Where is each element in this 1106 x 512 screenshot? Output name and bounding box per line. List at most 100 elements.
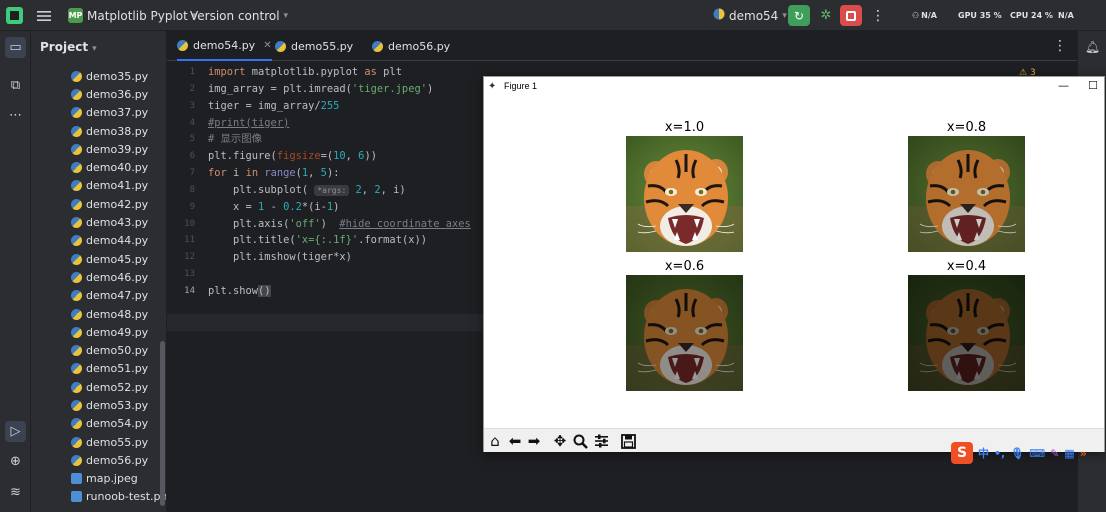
bell-icon: 🔔︎ bbox=[1084, 39, 1101, 54]
file-tree-item[interactable]: demo38.py bbox=[71, 122, 166, 140]
python-file-icon bbox=[71, 125, 82, 137]
file-name: demo36.py bbox=[86, 87, 149, 101]
debug-button[interactable]: ✲ bbox=[818, 0, 834, 31]
keyboard-icon[interactable]: ⌨ bbox=[1029, 447, 1045, 460]
file-tree-item[interactable]: demo36.py bbox=[71, 85, 166, 103]
more-icon[interactable]: » bbox=[1080, 447, 1087, 460]
file-name: demo37.py bbox=[86, 106, 149, 120]
stop-icon bbox=[846, 10, 856, 21]
minimize-button[interactable]: — bbox=[1058, 79, 1069, 92]
file-tree-item[interactable]: map.jpeg bbox=[71, 470, 166, 488]
code-area[interactable]: import matplotlib.pyplot as plt img_arra… bbox=[208, 64, 471, 300]
ime-language-toggle[interactable]: 中 bbox=[978, 445, 989, 461]
file-tree-item[interactable]: demo45.py bbox=[71, 250, 166, 268]
python-file-icon bbox=[71, 363, 82, 375]
file-tree-item[interactable]: demo50.py bbox=[71, 341, 166, 359]
punctuation-icon[interactable]: •, bbox=[994, 447, 1005, 460]
sogou-logo-icon[interactable]: S bbox=[951, 442, 973, 464]
file-name: demo48.py bbox=[86, 307, 149, 321]
file-tree-item[interactable]: demo56.py bbox=[71, 451, 166, 469]
file-tree-item[interactable]: demo46.py bbox=[71, 268, 166, 286]
file-tree-item[interactable]: demo47.py bbox=[71, 287, 166, 305]
file-name: demo44.py bbox=[86, 234, 149, 248]
rerun-button[interactable]: ↻ bbox=[788, 5, 810, 26]
file-name: demo56.py bbox=[86, 453, 149, 467]
editor-tabs: demo54.py ✕ demo55.py demo56.py ⋮ bbox=[167, 31, 1077, 61]
microphone-icon[interactable]: 🎙︎ bbox=[1010, 447, 1024, 460]
file-tree-item[interactable]: demo39.py bbox=[71, 140, 166, 158]
file-tree-item[interactable]: demo51.py bbox=[71, 360, 166, 378]
file-tree-item[interactable]: demo43.py bbox=[71, 213, 166, 231]
more-tools-button[interactable]: ⋯ bbox=[5, 105, 26, 126]
tiger-image bbox=[626, 136, 743, 252]
python-file-icon bbox=[71, 235, 82, 247]
line-number: 7 bbox=[189, 168, 195, 179]
skin-icon[interactable]: ✎ bbox=[1050, 447, 1059, 460]
file-tree-item[interactable]: demo55.py bbox=[71, 433, 166, 451]
tab-demo56[interactable]: demo56.py bbox=[372, 31, 450, 61]
subplot-4: x=0.4 bbox=[908, 258, 1025, 391]
project-tool-button[interactable]: ▭ bbox=[5, 37, 26, 58]
file-tree-item[interactable]: demo40.py bbox=[71, 158, 166, 176]
more-actions-button[interactable]: ⋮ bbox=[871, 0, 885, 31]
code-line: for i in range(1, 5): bbox=[208, 167, 340, 180]
project-scrollbar[interactable] bbox=[160, 341, 165, 506]
code-line: plt.title('x={:.1f}'.format(x)) bbox=[208, 234, 427, 247]
main-menu-icon[interactable] bbox=[36, 0, 54, 31]
file-tree-item[interactable]: demo48.py bbox=[71, 305, 166, 323]
file-tree-item[interactable]: demo37.py bbox=[71, 104, 166, 122]
file-tree-item[interactable]: demo53.py bbox=[71, 396, 166, 414]
file-name: demo54.py bbox=[86, 417, 149, 431]
run-tool-button[interactable]: ▷ bbox=[5, 421, 26, 442]
save-icon[interactable] bbox=[619, 432, 637, 450]
project-selector[interactable]: Matplotlib Pyplot ▾ bbox=[87, 0, 196, 31]
file-tree-item[interactable]: runoob-test.png bbox=[71, 488, 167, 506]
python-icon bbox=[275, 40, 286, 52]
file-name: runoob-test.png bbox=[86, 490, 167, 504]
python-packages-button[interactable]: ≋ bbox=[5, 482, 26, 503]
notifications-button[interactable]: 🔔︎ bbox=[1083, 37, 1102, 56]
file-tree-item[interactable]: demo42.py bbox=[71, 195, 166, 213]
file-tree-item[interactable]: demo54.py bbox=[71, 415, 166, 433]
pan-icon[interactable]: ✥ bbox=[551, 432, 569, 450]
file-tree-item[interactable]: demo52.py bbox=[71, 378, 166, 396]
run-configuration-selector[interactable]: demo54 ▾ bbox=[713, 0, 787, 31]
maximize-button[interactable]: ☐ bbox=[1088, 79, 1098, 92]
project-panel-header[interactable]: Project ▾ bbox=[40, 40, 97, 54]
python-file-icon bbox=[71, 107, 82, 119]
line-number: 14 bbox=[184, 285, 195, 296]
line-number: 4 bbox=[189, 117, 195, 128]
ellipsis-icon: ⋯ bbox=[9, 108, 22, 123]
structure-tool-button[interactable]: ⧉ bbox=[5, 75, 26, 96]
python-console-button[interactable]: ⊕ bbox=[5, 451, 26, 472]
monitor-icon: ⚇ bbox=[912, 11, 920, 20]
figure-title-bar[interactable]: ✦ Figure 1 — ☐ bbox=[484, 77, 1104, 98]
code-line: img_array = plt.imread('tiger.jpeg') bbox=[208, 82, 434, 95]
python-icon bbox=[177, 39, 188, 51]
tab-actions-button[interactable]: ⋮ bbox=[1053, 31, 1067, 61]
version-control-menu[interactable]: Version control ▾ bbox=[190, 0, 288, 31]
file-tree-item[interactable]: demo35.py bbox=[71, 67, 166, 85]
toolbox-icon[interactable]: ▦ bbox=[1064, 447, 1074, 460]
python-file-icon bbox=[71, 381, 82, 393]
back-icon[interactable]: ⬅ bbox=[506, 432, 524, 450]
file-name: demo51.py bbox=[86, 362, 149, 376]
file-tree-item[interactable]: demo44.py bbox=[71, 232, 166, 250]
file-tree-item[interactable]: demo41.py bbox=[71, 177, 166, 195]
tab-demo55[interactable]: demo55.py bbox=[275, 31, 353, 61]
tab-demo54[interactable]: demo54.py ✕ bbox=[177, 31, 272, 61]
figure-canvas[interactable]: x=1.0 x=0.8 x=0.6 x=0.4 bbox=[484, 98, 1104, 428]
project-badge: MP bbox=[68, 8, 83, 23]
forward-icon[interactable]: ➡ bbox=[525, 432, 543, 450]
python-file-icon bbox=[71, 143, 82, 155]
pycharm-logo-icon[interactable] bbox=[6, 7, 23, 24]
file-tree-item[interactable]: demo49.py bbox=[71, 323, 166, 341]
stop-button[interactable] bbox=[840, 5, 862, 26]
zoom-icon[interactable] bbox=[571, 432, 589, 450]
file-name: demo53.py bbox=[86, 398, 149, 412]
file-name: demo49.py bbox=[86, 325, 149, 339]
close-icon[interactable]: ✕ bbox=[263, 40, 271, 51]
configure-icon[interactable] bbox=[592, 432, 610, 450]
python-file-icon bbox=[71, 290, 82, 302]
home-icon[interactable]: ⌂ bbox=[486, 432, 504, 450]
